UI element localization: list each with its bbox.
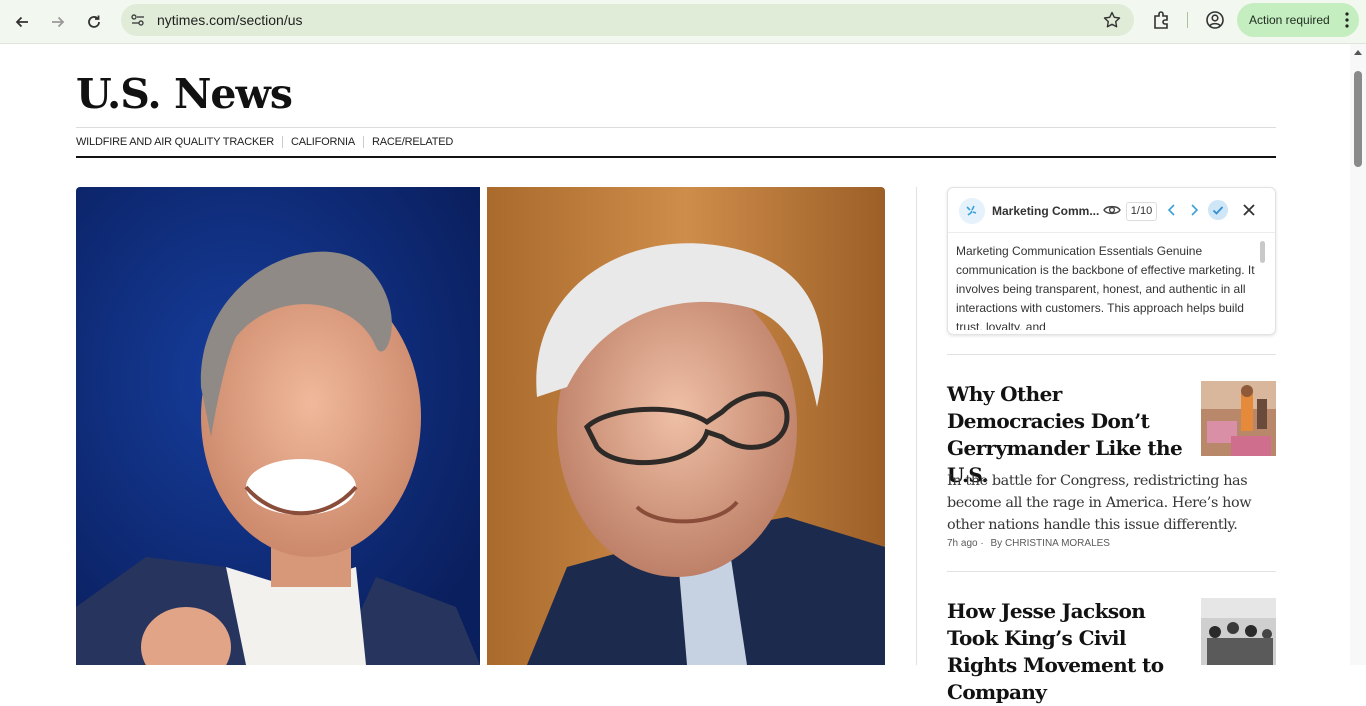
story-thumbnail[interactable] [1201,598,1276,665]
story-meta: 7h ago · By CHRISTINA MORALES [947,538,1110,549]
extensions-puzzle-icon[interactable] [1150,8,1174,32]
popup-scrollbar-thumb[interactable] [1260,241,1265,263]
popup-body-text: Marketing Communication Essentials Genui… [956,244,1255,330]
column-divider [916,187,917,665]
story-byline: By CHRISTINA MORALES [990,538,1110,549]
chevron-right-icon[interactable] [1188,202,1200,218]
lead-story-image[interactable] [76,187,885,665]
url-text[interactable]: nytimes.com/section/us [157,12,303,28]
portrait-left-photo [76,187,480,665]
checkmark-icon[interactable] [1208,200,1228,220]
extension-logo-icon [959,198,985,224]
action-required-label: Action required [1249,13,1330,27]
section-subnav: WILDFIRE AND AIR QUALITY TRACKER CALIFOR… [76,127,1276,158]
subnav-link-wildfire-tracker[interactable]: WILDFIRE AND AIR QUALITY TRACKER [76,136,283,148]
subnav-link-california[interactable]: CALIFORNIA [291,136,364,148]
eye-icon[interactable] [1103,203,1121,217]
site-settings-icon[interactable] [129,11,147,29]
forward-arrow-icon [52,16,65,28]
kebab-menu-icon [1345,12,1349,28]
reload-button[interactable] [80,8,108,36]
close-icon[interactable] [1242,203,1256,217]
story-divider [947,571,1276,572]
back-button[interactable] [8,8,36,36]
back-arrow-icon [15,16,28,28]
story-timestamp: 7h ago [947,538,978,549]
forward-button[interactable] [44,8,72,36]
marketing-extension-popup: Marketing Comm... 1/10 Marketing Communi… [947,187,1276,335]
toolbar-separator [1187,12,1188,28]
scroll-up-arrow-icon[interactable] [1354,50,1362,55]
address-bar[interactable]: nytimes.com/section/us [121,4,1134,36]
reload-icon [88,15,100,28]
profile-avatar-icon[interactable] [1204,9,1226,31]
action-required-button[interactable]: Action required [1237,3,1359,37]
chevron-left-icon[interactable] [1166,202,1178,218]
story-divider [947,354,1276,355]
meta-separator-dot: · [980,538,984,549]
bookmark-star-icon[interactable] [1102,10,1122,30]
popup-header: Marketing Comm... 1/10 [948,188,1275,233]
story-summary: In the battle for Congress, redistrictin… [947,473,1252,533]
popup-counter: 1/10 [1126,202,1157,221]
popup-title: Marketing Comm... [992,204,1100,218]
story-thumbnail[interactable] [1201,381,1276,456]
page-scrollbar[interactable] [1350,44,1366,665]
story-headline[interactable]: How Jesse Jackson Took King’s Civil Righ… [947,598,1192,706]
subnav-link-race-related[interactable]: RACE/RELATED [372,136,461,148]
page-title: U.S. News [76,70,293,118]
portrait-right-photo [487,187,885,665]
browser-toolbar: nytimes.com/section/us Action required [0,0,1366,44]
scrollbar-thumb[interactable] [1354,71,1362,167]
